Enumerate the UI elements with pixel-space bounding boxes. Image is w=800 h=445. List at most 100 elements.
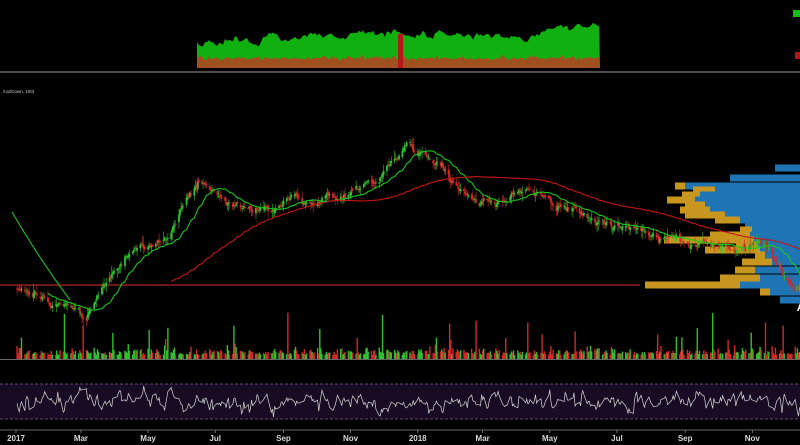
candle-body — [490, 200, 493, 203]
profile-bar-gold — [720, 274, 760, 282]
volume-bar — [567, 352, 570, 359]
candle-body — [165, 238, 168, 240]
volume-bar — [629, 349, 631, 359]
volume-bar — [544, 353, 547, 359]
volume-bar — [714, 351, 716, 359]
candle-body — [365, 182, 367, 184]
volume-bar — [59, 350, 61, 359]
candle-body — [398, 155, 400, 160]
candle-body — [386, 165, 388, 171]
breadth-spike-red — [398, 34, 403, 68]
candle-body — [435, 162, 438, 166]
volume-bar — [745, 349, 747, 359]
volume-bar — [513, 354, 516, 359]
candle-body — [521, 191, 524, 193]
candle-body — [744, 249, 747, 251]
volume-bar — [287, 312, 289, 359]
candle-body — [179, 209, 181, 215]
candle-body — [225, 201, 228, 204]
volume-bar — [737, 352, 739, 359]
candle-body — [196, 182, 199, 190]
candle-body — [629, 226, 632, 231]
volume-bar — [575, 351, 577, 359]
candle-body — [96, 296, 99, 299]
candle-body — [171, 230, 174, 233]
candle-body — [18, 288, 21, 290]
candle-body — [186, 197, 189, 200]
candle-body — [302, 203, 305, 205]
candle-body — [190, 193, 192, 195]
candle-body — [281, 205, 284, 207]
candle-body — [256, 207, 258, 210]
volume-bar — [228, 354, 231, 359]
candle-body — [297, 198, 300, 200]
candle-body — [444, 169, 447, 171]
candle-body — [452, 179, 454, 184]
candle-body — [683, 242, 685, 244]
volume-profile — [645, 164, 800, 304]
candle-body — [166, 237, 169, 239]
candle-body — [621, 226, 624, 230]
candle-body — [390, 160, 393, 164]
candle-body — [273, 210, 276, 214]
candle-body — [51, 305, 54, 309]
profile-bar-gold — [735, 266, 755, 274]
candle-body — [93, 303, 96, 309]
candle-body — [197, 180, 200, 183]
candle-body — [378, 182, 381, 184]
candle-body — [426, 155, 429, 158]
candle-body — [594, 218, 596, 222]
volume-bar — [328, 352, 331, 359]
candle-body — [220, 197, 223, 199]
candle-body — [97, 295, 100, 297]
oscillator-band — [0, 384, 800, 419]
volume-bar — [429, 346, 431, 359]
candle-body — [367, 180, 370, 183]
candle-body — [412, 144, 415, 152]
candle-body — [380, 177, 383, 178]
candle-body — [233, 205, 235, 207]
candle-body — [702, 238, 705, 242]
candle-body — [375, 182, 377, 184]
candle-body — [74, 308, 77, 310]
oscillator-panel — [0, 383, 800, 420]
candle-body — [285, 198, 288, 202]
candle-body — [333, 195, 335, 197]
volume-bar — [467, 353, 470, 359]
candle-body — [110, 273, 113, 278]
candle-body — [541, 195, 543, 196]
candle-body — [791, 283, 793, 287]
candle-body — [143, 247, 146, 250]
x-tick-label: Sep — [678, 434, 693, 443]
candle-body — [241, 207, 244, 209]
candle-body — [613, 225, 616, 228]
candle-body — [81, 313, 83, 318]
candle-body — [583, 213, 585, 216]
volume-bar — [344, 352, 346, 359]
candle-body — [32, 293, 35, 298]
candle-body — [680, 242, 683, 244]
candle-body — [432, 160, 435, 164]
volume-bar — [583, 351, 585, 359]
candle-body — [278, 205, 280, 209]
volume-bar — [82, 325, 84, 359]
volume-bar — [259, 354, 262, 359]
candle-body — [413, 151, 416, 153]
candle-body — [741, 248, 744, 251]
x-tick-label: 2017 — [7, 434, 25, 443]
candle-body — [466, 193, 469, 196]
candle-body — [308, 201, 311, 203]
x-tick-label: May — [140, 434, 156, 443]
candle-body — [201, 181, 203, 184]
candle-body — [23, 290, 26, 292]
volume-bar — [598, 347, 601, 359]
candle-body — [224, 197, 227, 201]
candle-body — [327, 192, 330, 196]
candle-body — [780, 264, 782, 270]
candle-body — [586, 213, 589, 218]
indicator-label: /Up/Down, 100) — [3, 89, 35, 94]
volume-bar — [205, 353, 208, 359]
candle-body — [41, 296, 44, 300]
candle-body — [774, 259, 777, 262]
volume-bar — [637, 354, 639, 359]
